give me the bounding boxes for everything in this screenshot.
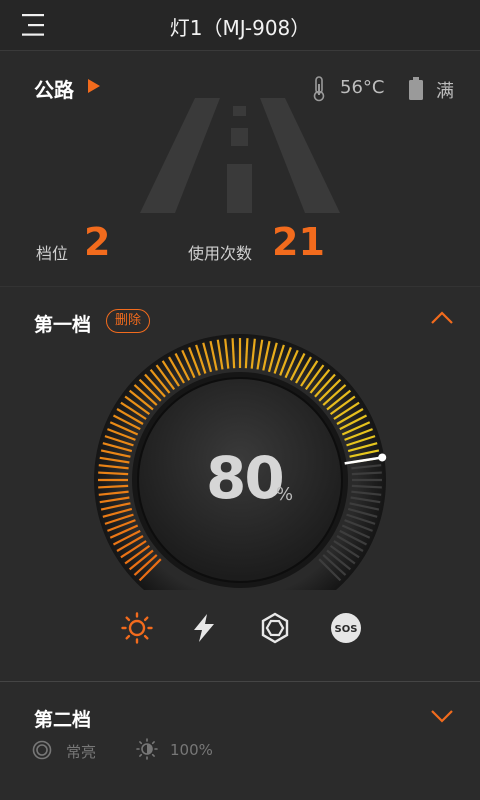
uses-value: 21 <box>272 220 325 264</box>
dial-tick <box>244 338 249 369</box>
dial-tick <box>231 338 236 369</box>
gear2-title: 第二档 <box>34 709 92 731</box>
sos-icon[interactable]: SOS <box>330 612 362 644</box>
chevron-down-icon[interactable] <box>430 708 454 724</box>
road-illustration <box>140 98 340 213</box>
steady-light-icon <box>32 740 52 760</box>
dial-pointer-tip[interactable] <box>378 453 387 462</box>
page-title: 灯1（MJ-908） <box>169 16 311 40</box>
sun-icon[interactable] <box>121 612 153 644</box>
dial-tick <box>351 484 382 489</box>
strobe-icon[interactable] <box>259 612 291 644</box>
gear-value: 2 <box>84 220 111 264</box>
dial-tick <box>351 471 382 476</box>
gear1-title: 第一档 <box>34 314 92 336</box>
brightness-value: 80 <box>206 444 285 512</box>
thermometer-icon <box>313 76 325 102</box>
gear-label: 档位 <box>36 244 69 263</box>
dial-tick <box>98 484 129 489</box>
dial-tick <box>98 471 129 476</box>
play-arrow-icon[interactable] <box>88 79 100 93</box>
chevron-up-icon[interactable] <box>430 310 454 326</box>
uses-label: 使用次数 <box>188 244 253 263</box>
brightness-icon <box>136 738 158 760</box>
brightness-unit: % <box>276 484 294 505</box>
temperature-value: 56°C <box>340 77 385 98</box>
battery-status: 满 <box>436 81 454 102</box>
flash-icon[interactable] <box>188 612 220 644</box>
gear2-brightness: 100% <box>170 741 213 759</box>
battery-icon <box>409 77 423 100</box>
mode-label[interactable]: 公路 <box>34 74 74 103</box>
gear2-mode: 常亮 <box>66 743 97 761</box>
sos-label: SOS <box>335 624 358 635</box>
